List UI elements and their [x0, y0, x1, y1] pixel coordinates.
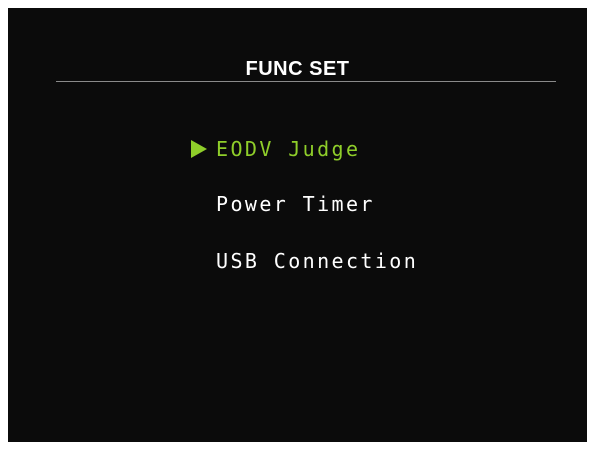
func-set-menu: EODV Judge Power Timer USB Connection [8, 8, 587, 442]
menu-item-usb-connection[interactable]: USB Connection [190, 246, 418, 276]
menu-item-label: EODV Judge [216, 137, 361, 161]
play-triangle-icon [190, 134, 216, 164]
menu-item-power-timer[interactable]: Power Timer [190, 189, 375, 219]
cursor-placeholder [190, 246, 216, 276]
menu-item-label: Power Timer [216, 192, 375, 216]
menu-item-label: USB Connection [216, 249, 419, 273]
cursor-placeholder [190, 189, 216, 219]
menu-item-eodv-judge[interactable]: EODV Judge [190, 134, 360, 164]
device-screen: FUNC SET EODV Judge Power Timer USB Conn… [8, 8, 587, 442]
